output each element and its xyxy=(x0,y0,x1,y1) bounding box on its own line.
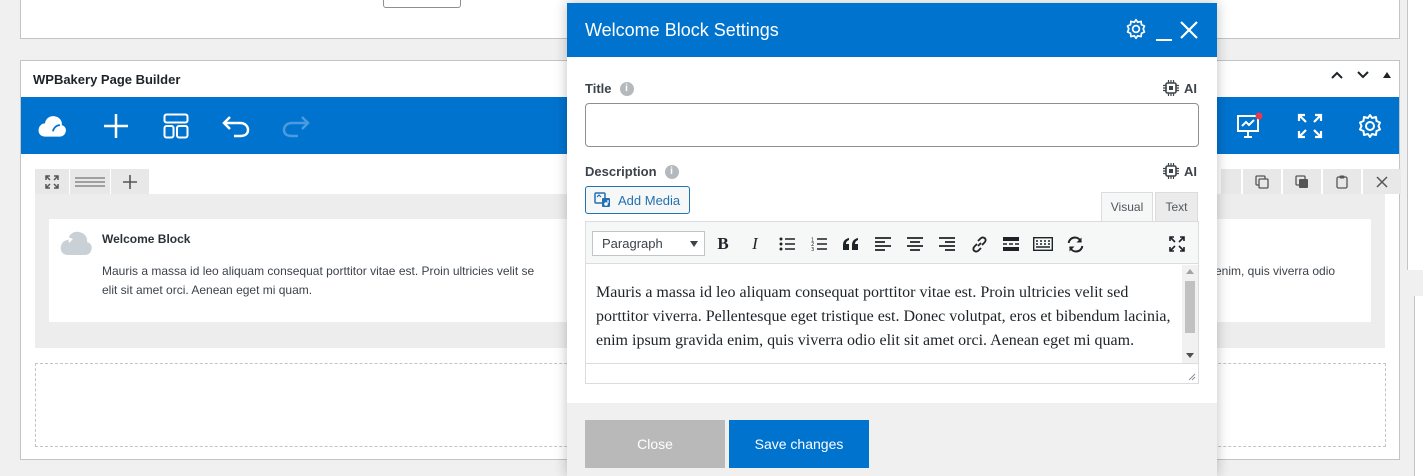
element-description-line-2: elit sit amet orci. Aenean eget mi quam. xyxy=(102,283,313,297)
info-icon[interactable]: i xyxy=(619,81,634,96)
add-media-label: Add Media xyxy=(618,192,681,208)
ai-label: AI xyxy=(1184,163,1197,179)
scroll-up-icon[interactable] xyxy=(1186,269,1194,274)
editor-statusbar xyxy=(586,363,1198,383)
redo-icon[interactable] xyxy=(281,111,311,141)
settings-modal: Welcome Block Settings Title i AI Descri… xyxy=(567,3,1217,476)
modal-footer: Close Save changes xyxy=(567,403,1217,476)
modal-close-icon[interactable] xyxy=(1179,20,1199,45)
svg-text:3: 3 xyxy=(811,247,814,251)
bold-icon[interactable]: B xyxy=(712,233,734,255)
row-copy-icon[interactable] xyxy=(1283,169,1321,194)
bullet-list-icon[interactable] xyxy=(776,233,798,255)
format-select-value: Paragraph xyxy=(602,236,663,251)
resize-handle-icon[interactable] xyxy=(1186,371,1196,381)
ai-label: AI xyxy=(1184,80,1197,96)
undo-icon[interactable] xyxy=(221,111,251,141)
modal-header: Welcome Block Settings xyxy=(567,3,1217,57)
layout-icon[interactable] xyxy=(161,111,191,141)
row-delete-icon[interactable] xyxy=(1363,169,1401,194)
scroll-thumb[interactable] xyxy=(1185,281,1195,333)
chip-icon xyxy=(1163,80,1179,96)
fullscreen-icon[interactable] xyxy=(1295,111,1325,141)
chip-icon xyxy=(1163,163,1179,179)
title-label-text: Title xyxy=(585,81,612,96)
tab-visual[interactable]: Visual xyxy=(1101,192,1153,221)
link-icon[interactable] xyxy=(968,233,990,255)
row-controls-right xyxy=(1221,169,1401,194)
presentation-icon[interactable] xyxy=(1235,111,1265,141)
rich-text-editor: Paragraph B I 123 Mauris a massa id leo … xyxy=(585,221,1199,384)
distraction-free-icon[interactable] xyxy=(1166,233,1188,255)
italic-icon[interactable]: I xyxy=(744,233,766,255)
title-field-label: Title i xyxy=(585,81,634,96)
close-button[interactable]: Close xyxy=(585,420,725,468)
element-description-right: enim, quis viverra odio xyxy=(1215,264,1336,278)
right-side-panel-lower xyxy=(1414,296,1423,476)
top-panel-button[interactable] xyxy=(383,0,461,8)
add-media-button[interactable]: Add Media xyxy=(585,186,690,214)
title-input[interactable] xyxy=(585,103,1199,147)
caret-down-icon xyxy=(690,241,698,247)
title-ai-button[interactable]: AI xyxy=(1163,80,1197,96)
element-description: Mauris a massa id leo aliquam consequat … xyxy=(102,262,572,300)
description-field-label: Description i xyxy=(585,164,679,179)
modal-gear-icon[interactable] xyxy=(1125,18,1147,45)
panel-controls xyxy=(1331,71,1391,79)
chevron-down-icon[interactable] xyxy=(1357,71,1369,79)
scroll-down-icon[interactable] xyxy=(1186,353,1194,358)
element-description-line-1: Mauris a massa id leo aliquam consequat … xyxy=(102,264,535,278)
cloud-element-icon xyxy=(59,229,93,262)
refresh-icon[interactable] xyxy=(1064,233,1086,255)
info-icon[interactable]: i xyxy=(664,164,679,179)
cloud-logo-icon[interactable] xyxy=(37,111,67,141)
align-left-icon[interactable] xyxy=(872,233,894,255)
description-ai-button[interactable]: AI xyxy=(1163,163,1197,179)
editor-toolbar: Paragraph B I 123 xyxy=(586,222,1198,264)
format-select[interactable]: Paragraph xyxy=(592,231,705,256)
read-more-icon[interactable] xyxy=(1000,233,1022,255)
blockquote-icon[interactable] xyxy=(840,233,862,255)
align-right-icon[interactable] xyxy=(936,233,958,255)
save-changes-button[interactable]: Save changes xyxy=(729,420,869,468)
panel-title: WPBakery Page Builder xyxy=(33,72,181,87)
element-title: Welcome Block xyxy=(102,232,191,246)
row-drag-handle-icon[interactable] xyxy=(70,169,110,194)
row-controls-left xyxy=(35,169,150,194)
row-edit-icon[interactable] xyxy=(1221,169,1241,194)
numbered-list-icon[interactable]: 123 xyxy=(808,233,830,255)
plus-icon[interactable] xyxy=(101,111,131,141)
gear-icon[interactable] xyxy=(1355,111,1385,141)
modal-title: Welcome Block Settings xyxy=(585,20,779,40)
row-add-icon[interactable] xyxy=(111,169,149,194)
chevron-up-icon[interactable] xyxy=(1331,71,1343,79)
triangle-up-icon[interactable] xyxy=(1383,72,1391,78)
editor-scrollbar[interactable] xyxy=(1182,265,1198,363)
tab-text[interactable]: Text xyxy=(1155,192,1198,221)
row-paste-icon[interactable] xyxy=(1323,169,1361,194)
media-icon xyxy=(594,192,610,207)
align-center-icon[interactable] xyxy=(904,233,926,255)
modal-minimize-icon[interactable] xyxy=(1156,29,1172,47)
row-move-icon[interactable] xyxy=(35,169,69,194)
description-label-text: Description xyxy=(585,164,657,179)
toolbar-toggle-icon[interactable] xyxy=(1032,233,1054,255)
editor-content[interactable]: Mauris a massa id leo aliquam consequat … xyxy=(586,265,1182,363)
right-side-panel xyxy=(1407,0,1423,270)
row-clone-icon[interactable] xyxy=(1243,169,1281,194)
